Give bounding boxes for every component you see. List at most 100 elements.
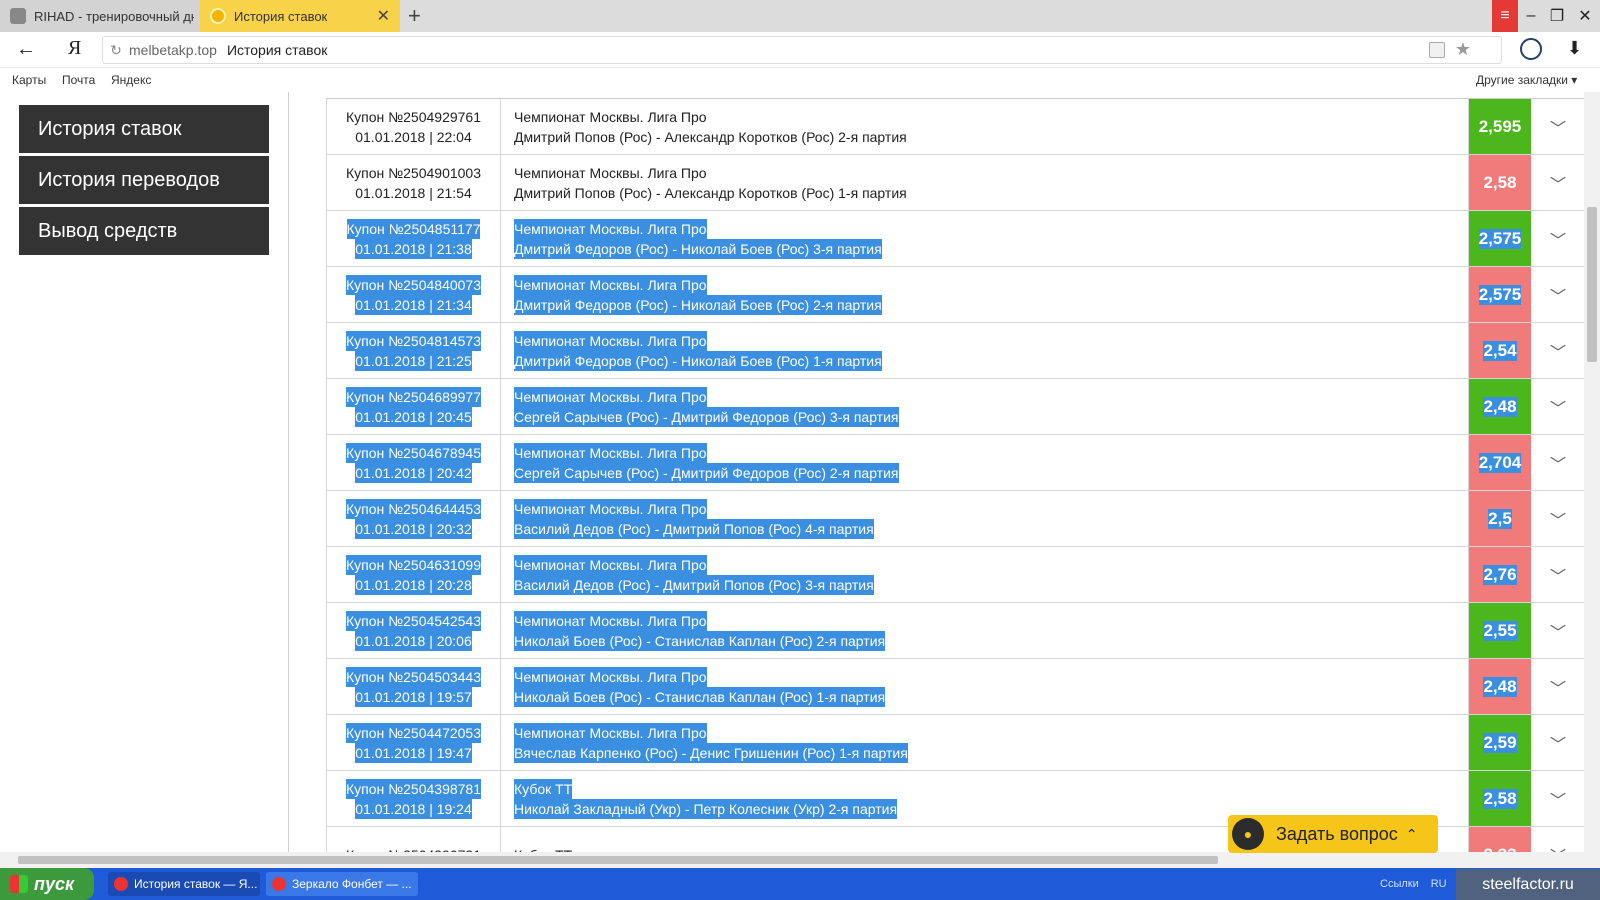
coupon-cell: Купон №2504814573 01.01.2018 | 21:25 (327, 323, 501, 378)
tab-title: История ставок (234, 8, 328, 24)
odds-value: 2,595 (1478, 116, 1522, 136)
reload-icon[interactable]: ↻ (103, 42, 129, 59)
sidebar-item-withdraw[interactable]: Вывод средств (19, 207, 269, 255)
event-cell: Чемпионат Москвы. Лига Про Николай Боев (… (501, 603, 1469, 658)
chevron-down-icon[interactable]: ﹀ (1531, 547, 1585, 602)
bet-row[interactable]: Купон №2504472053 01.01.2018 | 19:47 Чемпи… (326, 715, 1584, 771)
tab-favicon (10, 8, 26, 24)
tab-bet-history[interactable]: История ставок ✕ (200, 0, 400, 32)
bet-row[interactable]: Купон №2504631099 01.01.2018 | 20:28 Чемпи… (326, 547, 1584, 603)
event-match: Дмитрий Федоров (Рос) - Николай Боев (Ро… (514, 350, 882, 371)
bet-row[interactable]: Купон №2504814573 01.01.2018 | 21:25 Чемпи… (326, 323, 1584, 379)
bet-row[interactable]: Купон №2504840073 01.01.2018 | 21:34 Чемпи… (326, 267, 1584, 323)
bookmark-yandex[interactable]: Яндекс (111, 73, 151, 87)
event-league: Чемпионат Москвы. Лига Про (514, 108, 707, 125)
watermark: steelfactor.ru (1456, 869, 1600, 900)
bookmark-maps[interactable]: Карты (12, 73, 46, 87)
coupon-date: 01.01.2018 | 21:54 (355, 184, 472, 201)
alice-icon[interactable] (1520, 38, 1542, 60)
taskbar-window-fonbet[interactable]: Зеркало Фонбет — ... (266, 872, 418, 896)
chevron-down-icon[interactable]: ﹀ (1531, 491, 1585, 546)
bookmark-mail[interactable]: Почта (62, 73, 95, 87)
new-tab-button[interactable]: + (408, 3, 421, 29)
scrollbar-thumb[interactable] (18, 856, 1218, 864)
tray-links[interactable]: Ссылки (1380, 878, 1419, 890)
scrollbar-thumb[interactable] (1587, 207, 1597, 362)
bet-row[interactable]: Купон №2504901003 01.01.2018 | 21:54 Чемпи… (326, 155, 1584, 211)
download-icon[interactable]: ⬇ (1567, 38, 1582, 59)
event-match: Дмитрий Попов (Рос) - Александр Коротков… (514, 128, 907, 145)
yandex-logo-icon[interactable]: Я (68, 37, 81, 60)
tab-rihad[interactable]: RIHAD - тренировочный дне (0, 0, 200, 32)
odds-value: 2,55 (1483, 620, 1517, 641)
minimize-icon[interactable]: – (1518, 0, 1544, 32)
address-bar[interactable]: ↻ melbetakp.top История ставок ★ (102, 36, 1502, 64)
chevron-down-icon[interactable]: ﹀ (1531, 659, 1585, 714)
odds-cell: 2,595 (1469, 99, 1531, 154)
address-bar-row: ← Я ↻ melbetakp.top История ставок ★ ⬇ (0, 32, 1600, 68)
bet-row[interactable]: Купон №2504851177 01.01.2018 | 21:38 Чемпи… (326, 211, 1584, 267)
tray-language[interactable]: RU (1431, 878, 1447, 890)
hamburger-menu-icon[interactable]: ≡ (1492, 0, 1518, 32)
coupon-number: Купон №2504840073 (345, 274, 482, 295)
chevron-down-icon[interactable]: ﹀ (1531, 603, 1585, 658)
odds-cell: 2,575 (1469, 267, 1531, 322)
event-match: Сергей Сарычев (Рос) - Дмитрий Федоров (… (514, 462, 899, 483)
coupon-cell: Купон №2504689977 01.01.2018 | 20:45 (327, 379, 501, 434)
bet-row[interactable]: Купон №2504503443 01.01.2018 | 19:57 Чемпи… (326, 659, 1584, 715)
chevron-down-icon[interactable]: ﹀ (1531, 99, 1585, 154)
coupon-cell: Купон №2504678945 01.01.2018 | 20:42 (327, 435, 501, 490)
chevron-down-icon[interactable]: ﹀ (1531, 155, 1585, 210)
event-cell: Чемпионат Москвы. Лига Про Василий Дедов … (501, 547, 1469, 602)
chevron-down-icon[interactable]: ﹀ (1531, 211, 1585, 266)
vertical-scrollbar[interactable] (1584, 92, 1600, 852)
sidebar-item-bet-history[interactable]: История ставок (19, 105, 269, 153)
odds-value: 2,48 (1483, 396, 1517, 417)
event-league: Кубок ТТ (514, 845, 572, 853)
coupon-number: Купон №2504472053 (345, 722, 482, 743)
chevron-down-icon[interactable]: ﹀ (1531, 771, 1585, 826)
horizontal-scrollbar[interactable] (0, 852, 1600, 868)
bet-row[interactable]: Купон №2504542543 01.01.2018 | 20:06 Чемпи… (326, 603, 1584, 659)
event-match: Василий Дедов (Рос) - Дмитрий Попов (Рос… (514, 574, 874, 595)
page-content: История ставок История переводов Вывод с… (0, 92, 1600, 852)
odds-value: 2,48 (1483, 676, 1517, 697)
sidebar-item-transfer-history[interactable]: История переводов (19, 156, 269, 204)
event-cell: Чемпионат Москвы. Лига Про Василий Дедов … (501, 491, 1469, 546)
bet-row[interactable]: Купон №2504689977 01.01.2018 | 20:45 Чемпи… (326, 379, 1584, 435)
chevron-down-icon[interactable]: ﹀ (1531, 435, 1585, 490)
coupon-cell: Купон №2504631099 01.01.2018 | 20:28 (327, 547, 501, 602)
start-button[interactable]: пуск (0, 868, 94, 900)
chevron-down-icon[interactable]: ﹀ (1531, 323, 1585, 378)
coupon-cell: Купон №2504398781 01.01.2018 | 19:24 (327, 771, 501, 826)
chevron-down-icon[interactable]: ﹀ (1531, 827, 1585, 853)
bet-row[interactable]: Купон №2504929761 01.01.2018 | 22:04 Чемпи… (326, 99, 1584, 155)
star-icon[interactable]: ★ (1455, 39, 1471, 60)
event-cell: Чемпионат Москвы. Лига Про Сергей Сарычев… (501, 435, 1469, 490)
close-window-icon[interactable]: ✕ (1572, 0, 1598, 32)
bet-row[interactable]: Купон №2504644453 01.01.2018 | 20:32 Чемпи… (326, 491, 1584, 547)
other-bookmarks[interactable]: Другие закладки ▾ (1476, 73, 1577, 87)
coupon-cell: Купон №2504644453 01.01.2018 | 20:32 (327, 491, 501, 546)
coupon-date: 01.01.2018 | 19:57 (355, 686, 472, 707)
coupon-number: Купон №2504929761 (345, 108, 482, 125)
tab-favicon (210, 8, 226, 24)
back-arrow-icon[interactable]: ← (16, 38, 36, 61)
chevron-down-icon[interactable]: ﹀ (1531, 715, 1585, 770)
odds-value: 2,575 (1478, 284, 1522, 305)
event-cell: Чемпионат Москвы. Лига Про Дмитрий Федоро… (501, 267, 1469, 322)
event-match: Николай Закладный (Укр) - Петр Колесник … (514, 798, 898, 819)
chevron-down-icon[interactable]: ﹀ (1531, 267, 1585, 322)
close-tab-icon[interactable]: ✕ (377, 6, 390, 26)
event-cell: Чемпионат Москвы. Лига Про Николай Боев (… (501, 659, 1469, 714)
ask-question-button[interactable]: ● Задать вопрос ⌃ (1228, 815, 1438, 853)
chevron-down-icon[interactable]: ﹀ (1531, 379, 1585, 434)
bet-row[interactable]: Купон №2504678945 01.01.2018 | 20:42 Чемпи… (326, 435, 1584, 491)
event-cell: Чемпионат Москвы. Лига Про Дмитрий Федоро… (501, 211, 1469, 266)
maximize-icon[interactable]: ❐ (1544, 0, 1570, 32)
event-league: Чемпионат Москвы. Лига Про (514, 498, 707, 519)
lock-icon[interactable] (1429, 42, 1445, 58)
event-league: Чемпионат Москвы. Лига Про (514, 386, 707, 407)
event-league: Чемпионат Москвы. Лига Про (514, 330, 707, 351)
taskbar-window-bet-history[interactable]: История ставок — Я... (108, 872, 260, 896)
